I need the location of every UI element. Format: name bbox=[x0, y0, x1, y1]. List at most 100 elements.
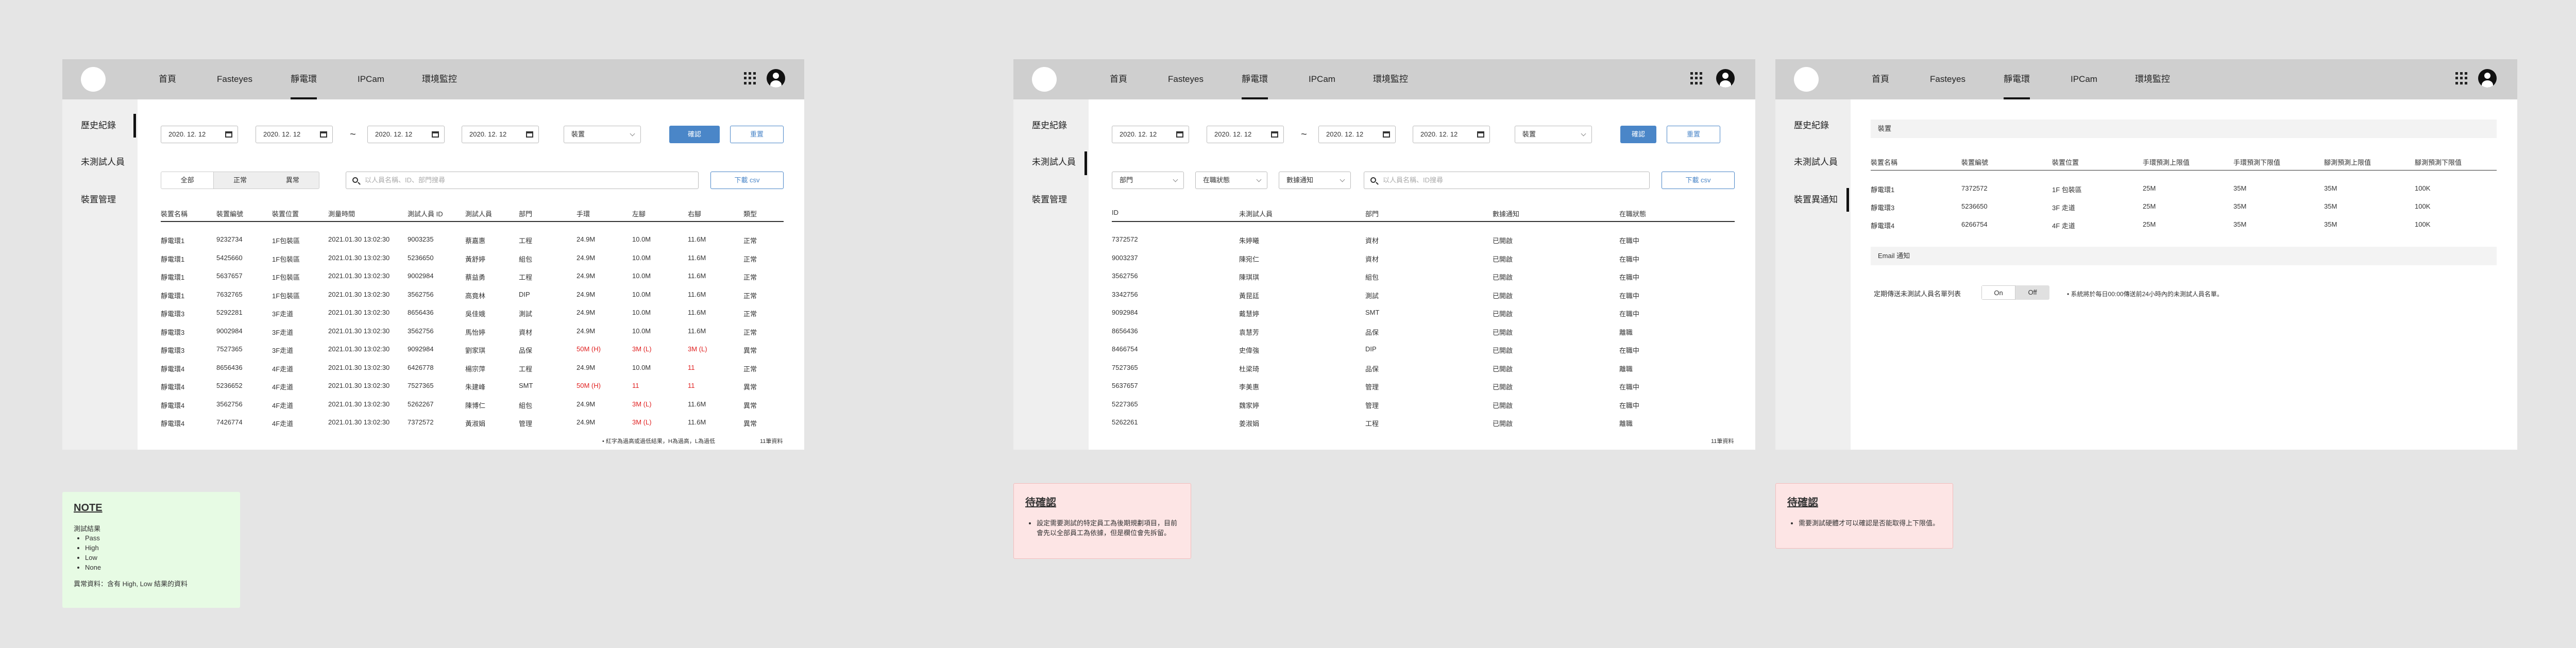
table-cell: 離職 bbox=[1619, 328, 1633, 336]
table-cell: 黃淑娟 bbox=[465, 420, 486, 428]
sidebar-item-untested[interactable]: 未測試人員 bbox=[81, 155, 125, 167]
department-filter[interactable]: 部門 bbox=[1112, 172, 1184, 189]
device-select[interactable]: 裝置 bbox=[564, 126, 641, 143]
table-cell: 3562756 bbox=[408, 290, 434, 298]
calendar-icon[interactable] bbox=[1271, 131, 1278, 138]
table-header-row: 裝置名稱 裝置編號 裝置位置 手環預測上限值 手環預測下限值 腳測預測上限值 腳… bbox=[1871, 153, 2497, 170]
apps-grid-icon[interactable] bbox=[744, 72, 756, 84]
table-cell: 蔡嘉惠 bbox=[465, 237, 486, 245]
reset-button[interactable]: 重置 bbox=[1667, 126, 1720, 143]
table-cell: 姜淑娟 bbox=[1239, 420, 1260, 428]
chevron-down-icon bbox=[1256, 177, 1262, 182]
date-input-start-1[interactable]: 2020. 12. 12 bbox=[161, 126, 238, 143]
col-header: 類型 bbox=[743, 210, 757, 218]
table-cell: 10.0M bbox=[632, 363, 651, 371]
toggle-on[interactable]: On bbox=[1981, 285, 2015, 300]
account-icon[interactable] bbox=[1716, 69, 1735, 88]
nav-fasteyes[interactable]: Fasteyes bbox=[217, 59, 252, 99]
filter-normal[interactable]: 正常 bbox=[214, 172, 266, 189]
calendar-icon[interactable] bbox=[1176, 131, 1183, 138]
table-cell: 11.6M bbox=[688, 290, 706, 298]
toggle-off[interactable]: Off bbox=[2015, 285, 2049, 300]
calendar-icon[interactable] bbox=[320, 131, 327, 138]
search-input[interactable]: 以人員名稱、ID、部門搜尋 bbox=[346, 172, 699, 189]
email-toggle[interactable]: On Off bbox=[1981, 285, 2049, 300]
sidebar-item-history[interactable]: 歷史紀錄 bbox=[1794, 118, 1829, 131]
date-input-start-2[interactable]: 2020. 12. 12 bbox=[1207, 126, 1284, 143]
nav-thermo[interactable]: 靜電環 bbox=[2004, 59, 2030, 99]
sidebar-item-untested[interactable]: 未測試人員 bbox=[1032, 155, 1076, 167]
note-title: NOTE bbox=[74, 502, 103, 514]
table-cell: 35M bbox=[2233, 202, 2247, 210]
logo bbox=[1032, 67, 1057, 92]
table-cell: 異常 bbox=[743, 383, 757, 391]
nav-ipcam[interactable]: IPCam bbox=[358, 59, 384, 99]
sidebar-item-notify[interactable]: 裝置異通知 bbox=[1794, 192, 1838, 205]
date-input-start-2[interactable]: 2020. 12. 12 bbox=[256, 126, 333, 143]
search-icon bbox=[352, 177, 358, 183]
table-cell: 11.6M bbox=[688, 272, 706, 280]
device-select[interactable]: 裝置 bbox=[1515, 126, 1592, 143]
apps-grid-icon[interactable] bbox=[1690, 72, 1703, 84]
confirm-button[interactable]: 確認 bbox=[1620, 126, 1656, 143]
date-input-start-1[interactable]: 2020. 12. 12 bbox=[1112, 126, 1189, 143]
table-cell: 1F包裝區 bbox=[272, 292, 300, 300]
table-cell: 離職 bbox=[1619, 365, 1633, 373]
table-cell: 陳琪琪 bbox=[1239, 274, 1260, 281]
table-cell: 9003235 bbox=[408, 235, 434, 243]
col-header: 測試人員 ID bbox=[408, 210, 443, 218]
table-cell: 靜電環4 bbox=[161, 420, 185, 428]
date-input-end-2[interactable]: 2020. 12. 12 bbox=[462, 126, 539, 143]
nav-fasteyes[interactable]: Fasteyes bbox=[1168, 59, 1204, 99]
calendar-icon[interactable] bbox=[225, 131, 232, 138]
filter-all[interactable]: 全部 bbox=[161, 172, 214, 189]
nav-home[interactable]: 首頁 bbox=[1872, 59, 1889, 99]
account-icon[interactable] bbox=[2478, 69, 2497, 88]
date-input-end-2[interactable]: 2020. 12. 12 bbox=[1413, 126, 1490, 143]
date-input-end-1[interactable]: 2020. 12. 12 bbox=[367, 126, 445, 143]
table-cell: 25M bbox=[2143, 202, 2156, 210]
sidebar-item-devices[interactable]: 裝置管理 bbox=[1032, 192, 1067, 205]
nav-thermo[interactable]: 靜電環 bbox=[1242, 59, 1268, 99]
employment-status-filter[interactable]: 在職狀態 bbox=[1195, 172, 1267, 189]
account-icon[interactable] bbox=[767, 69, 785, 88]
nav-home[interactable]: 首頁 bbox=[159, 59, 176, 99]
nav-ipcam[interactable]: IPCam bbox=[2071, 59, 2097, 99]
search-input[interactable]: 以人員名稱、ID搜尋 bbox=[1364, 172, 1650, 189]
date-input-end-1[interactable]: 2020. 12. 12 bbox=[1318, 126, 1396, 143]
calendar-icon[interactable] bbox=[1383, 131, 1390, 138]
nav-fasteyes[interactable]: Fasteyes bbox=[1930, 59, 1965, 99]
table-cell: 吳佳娥 bbox=[465, 310, 486, 318]
sidebar-item-devices[interactable]: 裝置管理 bbox=[81, 192, 116, 205]
table-cell: 11.6M bbox=[688, 235, 706, 243]
nav-home[interactable]: 首頁 bbox=[1110, 59, 1127, 99]
sidebar-item-history[interactable]: 歷史紀錄 bbox=[81, 118, 116, 131]
reset-button[interactable]: 重置 bbox=[730, 126, 784, 143]
table-cell: 10.0M bbox=[632, 272, 651, 280]
nav-ipcam[interactable]: IPCam bbox=[1309, 59, 1335, 99]
data-notify-filter[interactable]: 數據通知 bbox=[1279, 172, 1351, 189]
nav-env[interactable]: 環境監控 bbox=[422, 59, 457, 99]
calendar-icon[interactable] bbox=[526, 131, 533, 138]
table-cell: 7372572 bbox=[408, 418, 434, 426]
nav-env[interactable]: 環境監控 bbox=[1373, 59, 1408, 99]
apps-grid-icon[interactable] bbox=[2455, 72, 2468, 84]
calendar-icon[interactable] bbox=[432, 131, 439, 138]
status-filter-segment[interactable]: 全部 正常 異常 bbox=[161, 172, 319, 189]
confirm-button[interactable]: 確認 bbox=[669, 126, 720, 143]
nav-env[interactable]: 環境監控 bbox=[2135, 59, 2170, 99]
sidebar-item-untested[interactable]: 未測試人員 bbox=[1794, 155, 1838, 167]
table-cell: 35M bbox=[2324, 202, 2337, 210]
top-header: 首頁 Fasteyes 靜電環 IPCam 環境監控 bbox=[1013, 59, 1755, 99]
download-csv-button[interactable]: 下載 csv bbox=[710, 172, 784, 189]
pending-card-1: 待確認 設定需要測試的特定員工為後期規劃項目，目前會先以全部員工為依據，但是欄位… bbox=[1013, 483, 1191, 559]
table-cell: 9092984 bbox=[1112, 309, 1138, 316]
sidebar-item-history[interactable]: 歷史紀錄 bbox=[1032, 118, 1067, 131]
filter-abnormal[interactable]: 異常 bbox=[266, 172, 319, 189]
download-csv-button[interactable]: 下載 csv bbox=[1662, 172, 1735, 189]
nav-thermo[interactable]: 靜電環 bbox=[291, 59, 317, 99]
table-cell: 25M bbox=[2143, 220, 2156, 228]
table-cell: 楊宗萍 bbox=[465, 365, 486, 373]
calendar-icon[interactable] bbox=[1477, 131, 1484, 138]
table-cell: 100K bbox=[2415, 202, 2431, 210]
